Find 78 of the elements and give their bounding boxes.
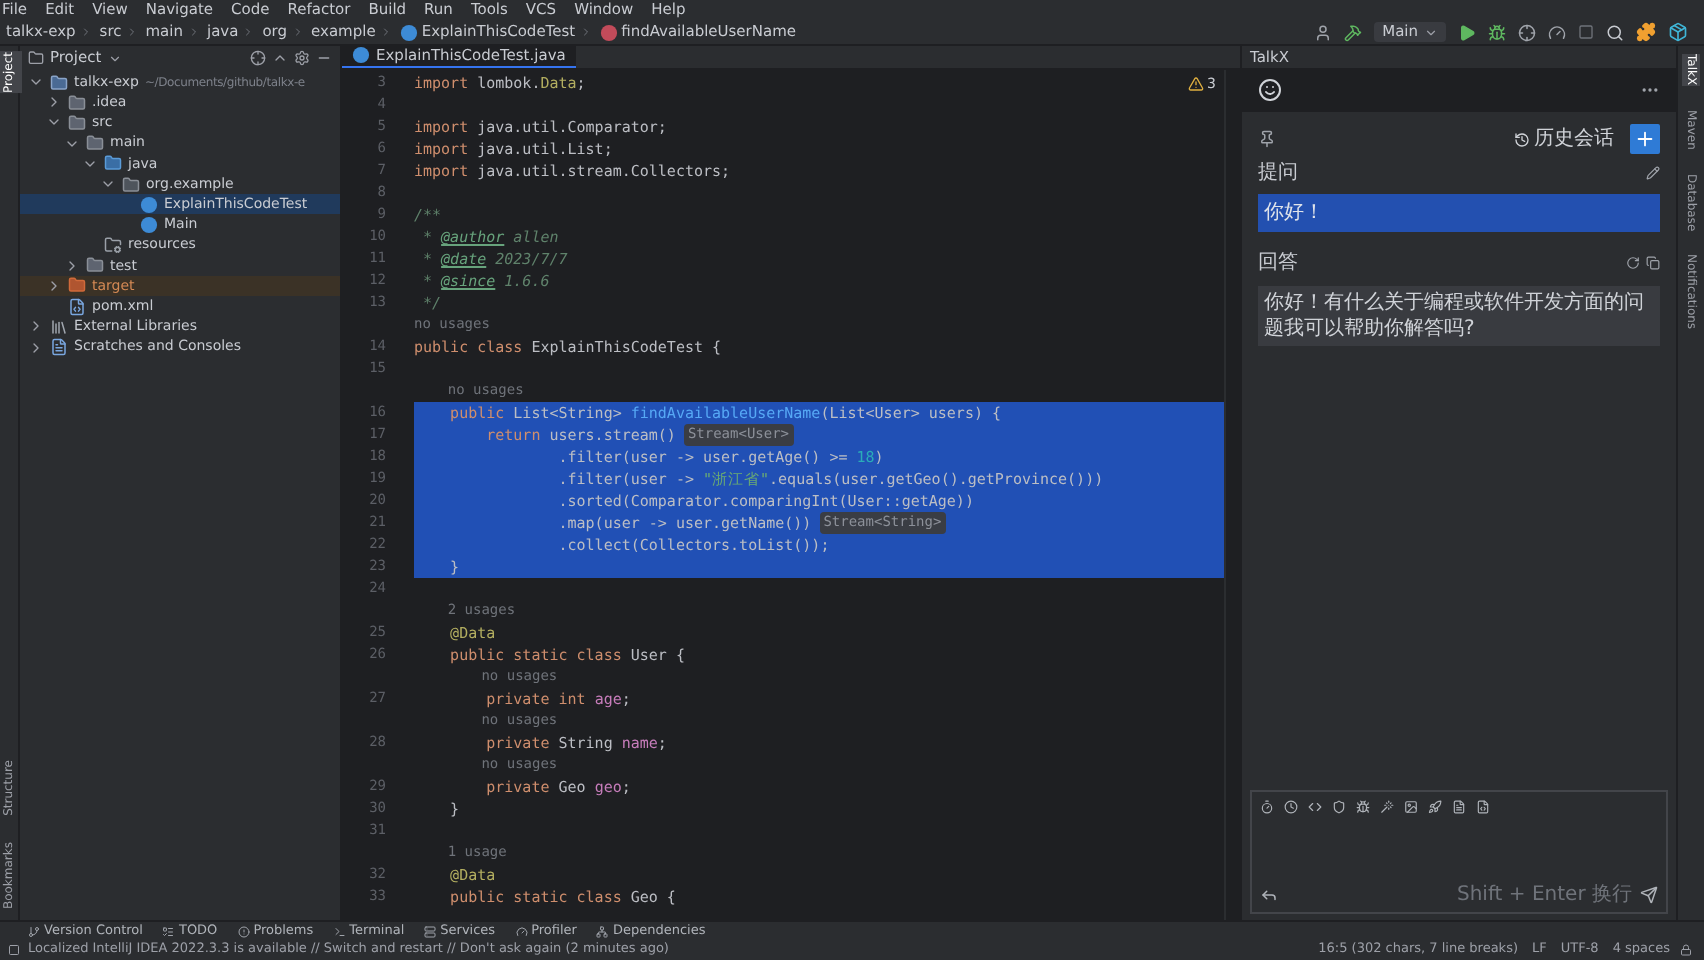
reply-icon[interactable] (1260, 885, 1278, 903)
clock-icon[interactable] (1284, 799, 1298, 813)
profiler-icon (515, 925, 528, 937)
folder-icon (86, 134, 104, 153)
terminal-icon (333, 925, 346, 937)
chevron-right-icon (579, 26, 592, 38)
folder-icon (68, 93, 86, 112)
coverage-icon[interactable] (1518, 23, 1536, 41)
folder-icon (122, 175, 140, 194)
chevron-right-icon[interactable] (46, 94, 62, 111)
vcs-icon (28, 925, 40, 937)
todo-icon (162, 925, 175, 937)
refresh-icon[interactable] (1626, 256, 1640, 270)
send-icon[interactable] (1640, 885, 1658, 903)
folder-icon (86, 256, 104, 275)
chevron-right-icon[interactable] (46, 277, 62, 294)
image-icon[interactable] (1404, 799, 1418, 813)
class-icon (399, 23, 418, 41)
rocket-icon[interactable] (1428, 799, 1442, 813)
chevron-right-icon (291, 26, 304, 38)
copy-icon[interactable] (1646, 256, 1660, 270)
history-icon (1514, 131, 1530, 147)
profiler-icon[interactable] (1548, 23, 1566, 41)
plugin-icon[interactable] (1668, 22, 1688, 42)
method-icon (599, 23, 618, 41)
folder-icon (68, 113, 86, 132)
chevron-right-icon (242, 26, 255, 38)
folder-icon (28, 50, 44, 66)
chevron-right-icon (379, 26, 392, 38)
settings-icon[interactable] (294, 50, 310, 66)
chat-input-box[interactable]: Shift + Enter 换行 (1250, 790, 1668, 914)
collapse-icon[interactable] (272, 50, 288, 66)
services-icon (424, 925, 437, 937)
smiley-icon[interactable] (1258, 78, 1282, 102)
folder-icon (68, 276, 86, 295)
timer-icon[interactable] (1260, 799, 1274, 813)
plus-icon (1634, 128, 1656, 150)
warning-icon (1187, 76, 1204, 93)
section-label: 提问 (1258, 160, 1298, 188)
chevron-right-icon[interactable] (28, 318, 44, 335)
document-icon[interactable] (1452, 799, 1466, 813)
question-bubble: 你好！ (1258, 194, 1660, 232)
folder-icon (104, 236, 122, 255)
answer-bubble: 你好！有什么关于编程或软件开发方面的问题我可以帮助你解答吗? (1258, 286, 1660, 346)
chevron-down-icon (1424, 25, 1438, 39)
code-icon[interactable] (1308, 799, 1322, 813)
pin-icon[interactable] (1258, 130, 1276, 148)
chevron-down-icon[interactable] (107, 51, 122, 65)
shield-icon[interactable] (1332, 799, 1346, 813)
search-icon[interactable] (1606, 23, 1624, 41)
locate-icon[interactable] (250, 50, 266, 66)
folder-icon (104, 154, 122, 173)
pencil-icon[interactable] (1646, 166, 1660, 180)
problems-icon (237, 925, 250, 937)
file-icon (50, 338, 68, 357)
folder-icon (50, 73, 68, 92)
history-button[interactable]: 历史会话 (1514, 124, 1614, 154)
chat-input-field[interactable]: Shift + Enter 换行 (1432, 879, 1632, 909)
hammer-icon[interactable] (1344, 23, 1363, 41)
lock-icon[interactable] (1680, 944, 1692, 956)
debug-icon[interactable] (1488, 23, 1506, 41)
chevron-right-icon (125, 26, 138, 38)
chevron-right-icon (187, 26, 199, 38)
status-icon (8, 944, 20, 956)
file-icon (68, 297, 86, 316)
plugin-icon[interactable] (1636, 22, 1656, 42)
chevron-right-icon[interactable] (64, 257, 80, 274)
dependencies-icon (596, 925, 609, 937)
library-icon (50, 317, 68, 336)
section-label: 回答 (1258, 250, 1298, 278)
run-icon[interactable] (1458, 23, 1476, 41)
chevron-right-icon[interactable] (28, 339, 44, 356)
new-chat-button[interactable] (1630, 124, 1660, 154)
user-icon[interactable] (1314, 23, 1333, 41)
bug-icon[interactable] (1356, 799, 1370, 813)
file-code-icon[interactable] (1476, 799, 1490, 813)
class-icon (352, 46, 370, 64)
chevron-right-icon (79, 26, 92, 38)
